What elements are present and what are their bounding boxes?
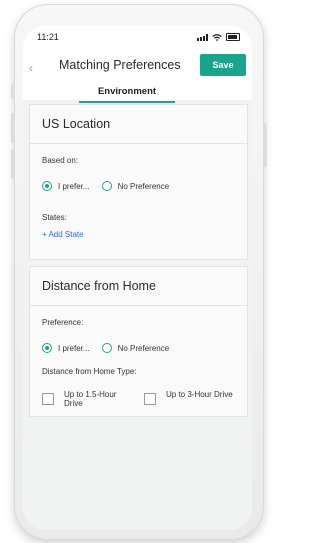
wifi-icon — [212, 33, 222, 41]
status-icons — [197, 33, 240, 41]
volume-down-button — [11, 149, 15, 179]
based-on-label: Based on: — [42, 156, 79, 165]
based-on-radio-group: I prefer... No Preference — [42, 181, 247, 191]
us-location-body: Based on: I prefer... No Preference Stat… — [30, 144, 247, 259]
distance-title: Distance from Home — [30, 267, 247, 306]
distance-radio-no-preference[interactable]: No Preference — [101, 343, 170, 353]
save-button[interactable]: Save — [200, 54, 246, 76]
app-screen: 11:21 ‹ Matching Preferences Save Enviro… — [23, 26, 252, 530]
location-radio-prefer[interactable]: I prefer... — [42, 181, 90, 191]
states-label: States: — [42, 213, 67, 222]
radio-label: No Preference — [117, 343, 170, 353]
radio-unselected-icon[interactable] — [101, 343, 112, 353]
power-button — [263, 123, 267, 167]
active-tab-indicator — [79, 101, 175, 103]
page-title: Matching Preferences — [59, 58, 181, 72]
preference-radio-group: I prefer... No Preference — [42, 343, 247, 353]
us-location-title: US Location — [30, 105, 247, 144]
checkbox-3-hour[interactable]: Up to 3-Hour Drive — [144, 390, 234, 408]
us-location-card: US Location Based on: I prefer... No Pre… — [29, 104, 248, 260]
radio-label: No Preference — [117, 181, 170, 191]
distance-type-checkboxes: Up to 1.5-Hour Drive Up to 3-Hour Drive — [42, 390, 247, 408]
location-radio-no-preference[interactable]: No Preference — [101, 181, 170, 191]
mute-switch — [11, 83, 15, 99]
radio-label: I prefer... — [58, 181, 90, 191]
preferences-content: US Location Based on: I prefer... No Pre… — [23, 100, 252, 417]
volume-up-button — [11, 113, 15, 143]
checkbox-label: Up to 1.5-Hour Drive — [64, 390, 117, 408]
distance-radio-prefer[interactable]: I prefer... — [42, 343, 90, 353]
app-header: ‹ Matching Preferences Save Environment — [23, 48, 252, 103]
status-time: 11:21 — [37, 32, 59, 42]
radio-selected-icon[interactable] — [42, 343, 52, 353]
checkbox-icon[interactable] — [42, 393, 54, 405]
checkbox-label: Up to 3-Hour Drive — [166, 390, 233, 399]
add-state-link[interactable]: + Add State — [42, 230, 247, 239]
back-chevron-icon[interactable]: ‹ — [29, 61, 33, 75]
distance-card: Distance from Home Preference: I prefer.… — [29, 266, 248, 417]
radio-selected-icon[interactable] — [42, 181, 52, 191]
distance-type-label: Distance from Home Type: — [42, 367, 137, 376]
battery-icon — [226, 33, 240, 41]
tab-environment[interactable]: Environment — [79, 86, 175, 97]
signal-icon — [197, 33, 208, 41]
preference-label: Preference: — [42, 318, 84, 327]
radio-label: I prefer... — [58, 343, 90, 353]
distance-body: Preference: I prefer... No Preference Di… — [30, 306, 247, 416]
checkbox-1-5-hour[interactable]: Up to 1.5-Hour Drive — [42, 390, 132, 408]
radio-unselected-icon[interactable] — [101, 181, 112, 191]
checkbox-icon[interactable] — [144, 393, 156, 405]
status-bar: 11:21 — [23, 26, 252, 48]
